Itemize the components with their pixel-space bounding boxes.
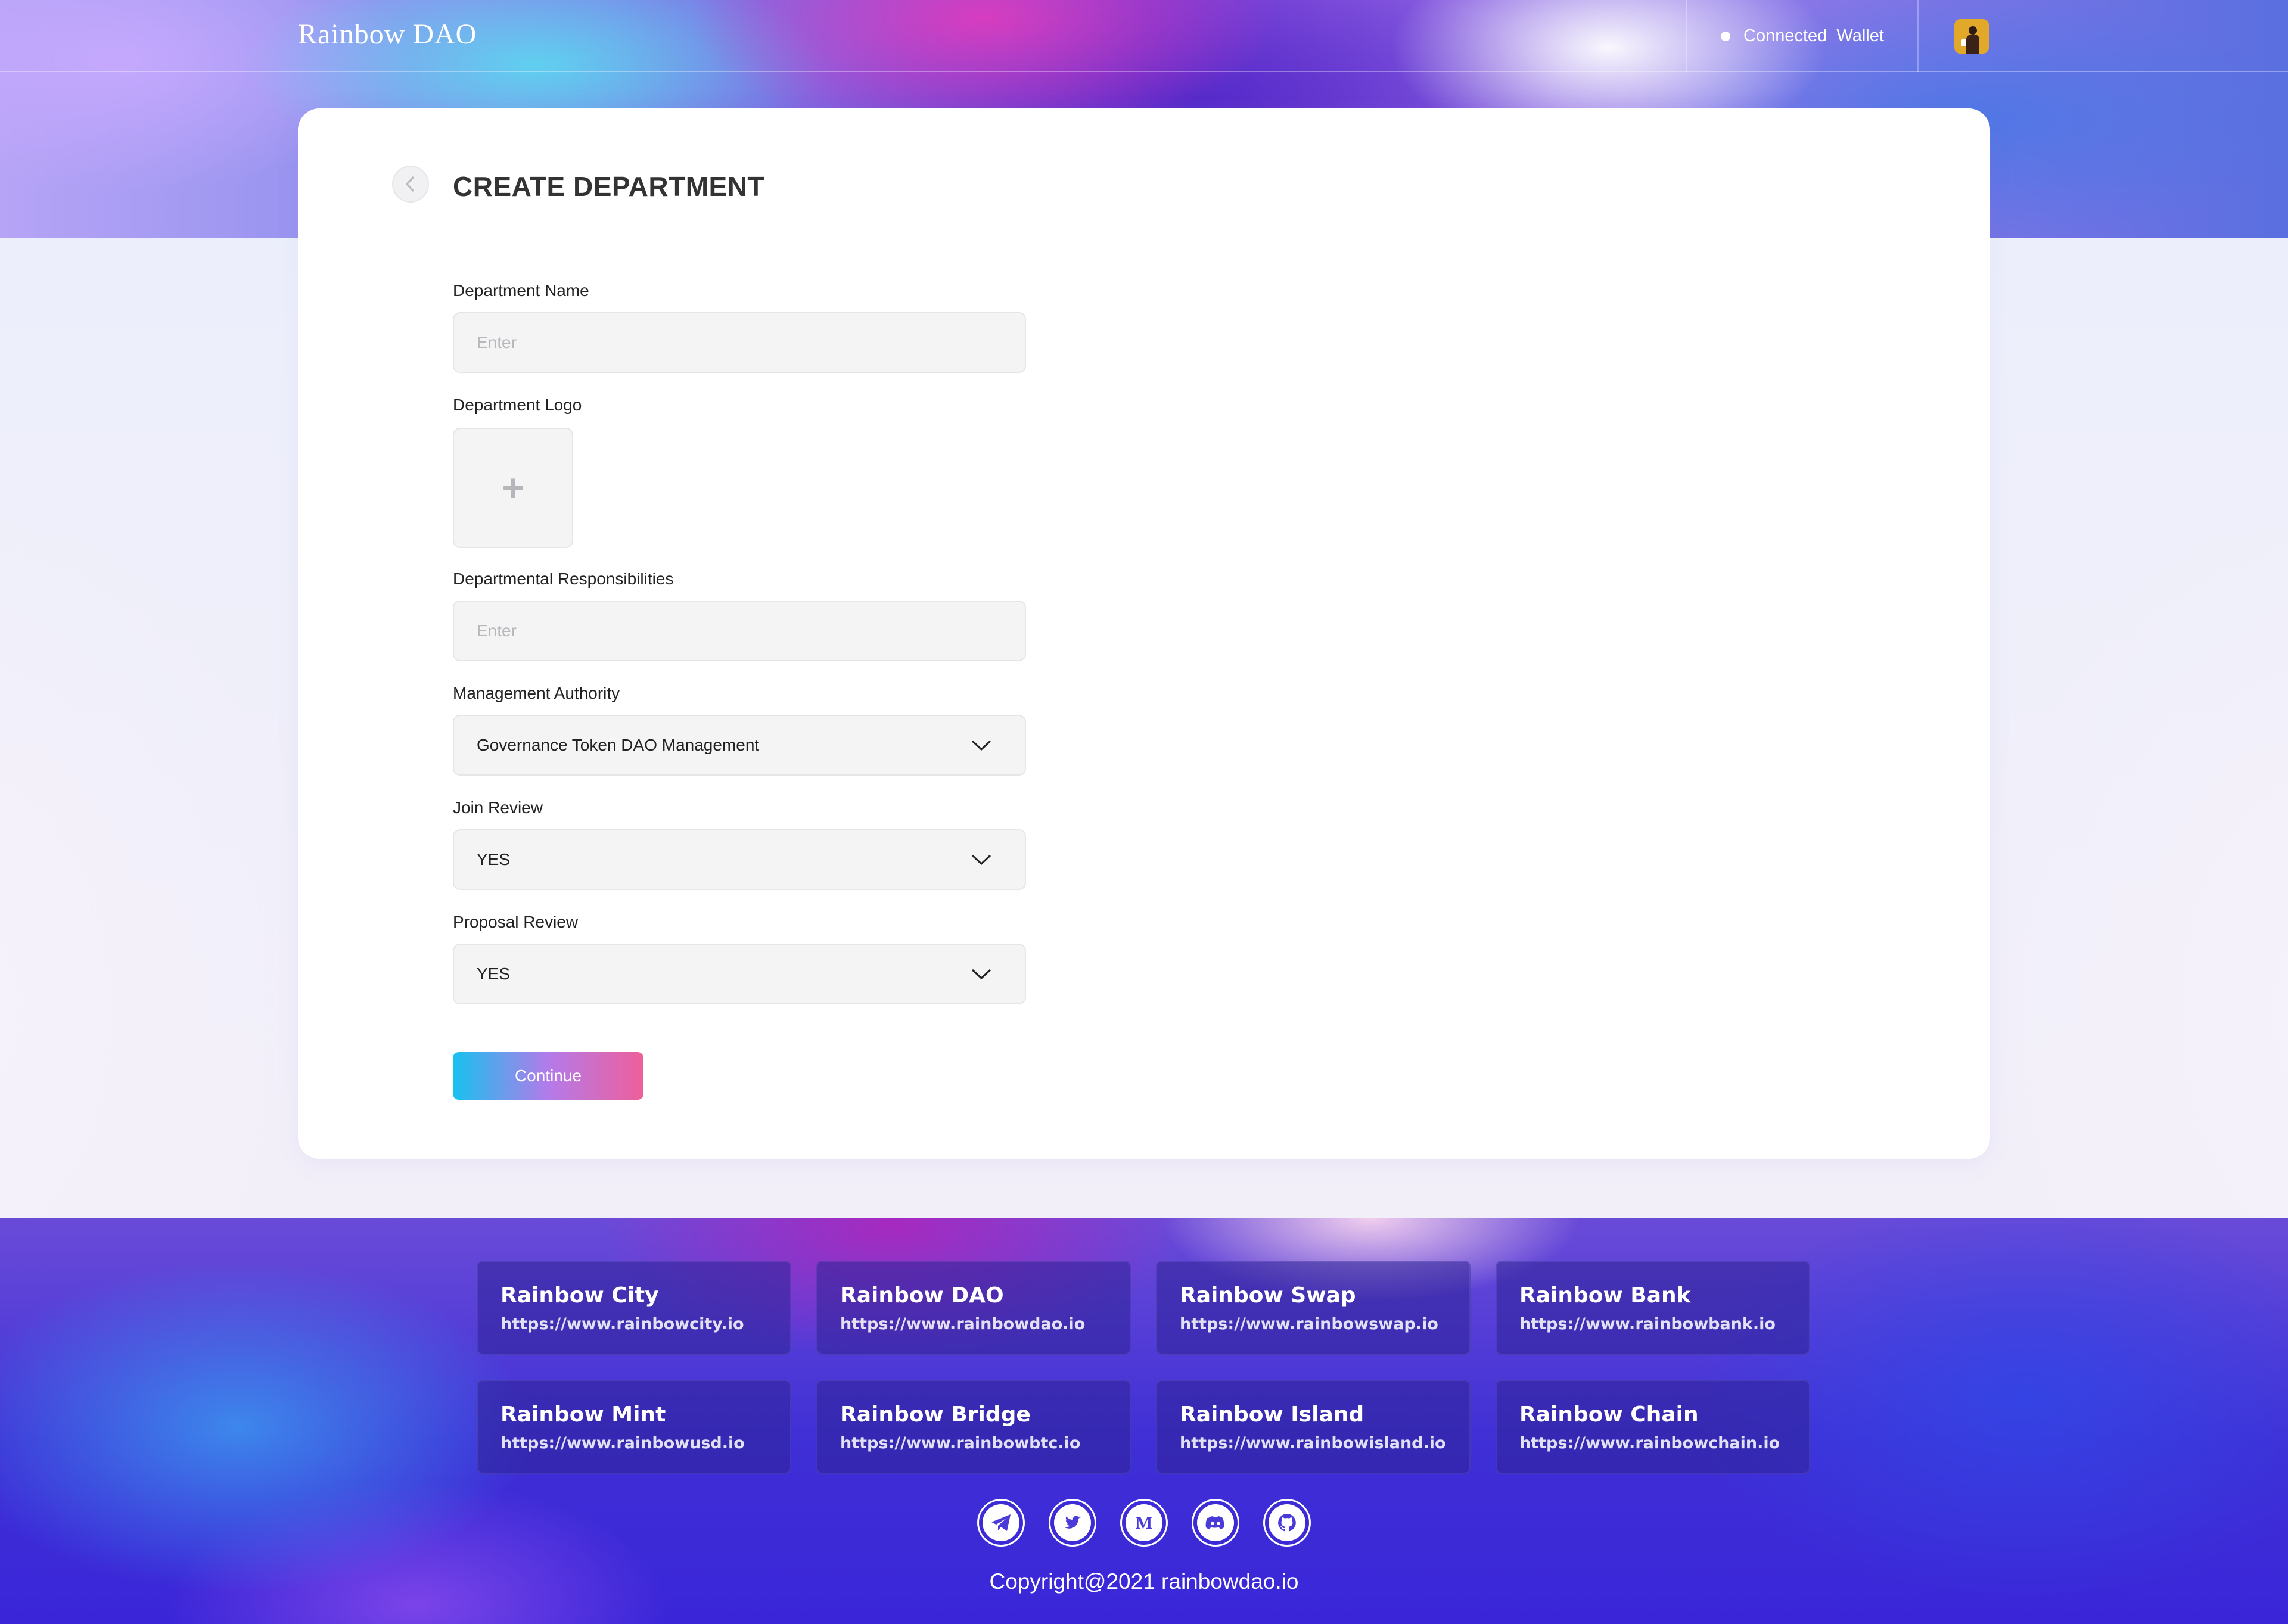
management-authority-label: Management Authority: [453, 684, 620, 702]
site-url: https://www.rainbowdao.io: [840, 1315, 1086, 1333]
status-dot-icon: [1721, 31, 1731, 41]
site-link-rainbow-swap[interactable]: Rainbow Swap https://www.rainbowswap.io: [1156, 1261, 1471, 1355]
site-name: Rainbow City: [500, 1283, 659, 1308]
chevron-down-icon: [971, 969, 991, 980]
telegram-icon: [991, 1514, 1011, 1531]
site-link-rainbow-mint[interactable]: Rainbow Mint https://www.rainbowusd.io: [477, 1380, 791, 1474]
site-name: Rainbow Bank: [1519, 1283, 1691, 1308]
join-review-label: Join Review: [453, 798, 543, 817]
plus-icon: +: [502, 466, 524, 509]
chevron-down-icon: [971, 740, 991, 751]
responsibilities-label: Departmental Responsibilities: [453, 570, 674, 588]
footer: [0, 1218, 2288, 1624]
avatar[interactable]: [1954, 19, 1989, 54]
copyright-text: Copyright@2021 rainbowdao.io: [989, 1569, 1299, 1594]
site-name: Rainbow Swap: [1180, 1283, 1356, 1308]
site-link-rainbow-dao[interactable]: Rainbow DAO https://www.rainbowdao.io: [816, 1261, 1131, 1355]
medium-link[interactable]: M: [1120, 1499, 1168, 1547]
discord-icon: [1205, 1516, 1224, 1529]
department-name-input[interactable]: [453, 312, 1026, 373]
github-icon: [1278, 1514, 1296, 1532]
site-name: Rainbow Chain: [1519, 1402, 1699, 1427]
site-url: https://www.rainbowcity.io: [500, 1315, 744, 1333]
site-url: https://www.rainbowusd.io: [500, 1434, 745, 1452]
svg-text:M: M: [1136, 1513, 1152, 1533]
twitter-icon: [1064, 1516, 1081, 1529]
site-link-rainbow-city[interactable]: Rainbow City https://www.rainbowcity.io: [477, 1261, 791, 1355]
site-link-rainbow-chain[interactable]: Rainbow Chain https://www.rainbowchain.i…: [1496, 1380, 1810, 1474]
create-department-card: CREATE DEPARTMENT Department Name Depart…: [298, 108, 1990, 1159]
join-review-value: YES: [477, 850, 511, 869]
medium-icon: M: [1136, 1513, 1152, 1533]
discord-link[interactable]: [1192, 1499, 1239, 1547]
management-authority-select[interactable]: Governance Token DAO Management: [453, 715, 1026, 776]
site-name: Rainbow DAO: [840, 1283, 1004, 1308]
site-url: https://www.rainbowbtc.io: [840, 1434, 1081, 1452]
wallet-label: Connected Wallet: [1743, 26, 1884, 45]
back-button[interactable]: [392, 166, 429, 203]
site-url: https://www.rainbowisland.io: [1180, 1434, 1446, 1452]
responsibilities-input[interactable]: [453, 601, 1026, 661]
twitter-link[interactable]: [1049, 1499, 1096, 1547]
connect-wallet-button[interactable]: Connected Wallet: [1686, 0, 1919, 72]
site-name: Rainbow Bridge: [840, 1402, 1031, 1427]
proposal-review-select[interactable]: YES: [453, 944, 1026, 1004]
department-name-label: Department Name: [453, 281, 589, 300]
page-title: CREATE DEPARTMENT: [453, 171, 765, 202]
site-url: https://www.rainbowswap.io: [1180, 1315, 1438, 1333]
join-review-select[interactable]: YES: [453, 829, 1026, 890]
site-url: https://www.rainbowbank.io: [1519, 1315, 1776, 1333]
app-logo[interactable]: Rainbow DAO: [298, 18, 477, 51]
chevron-down-icon: [971, 854, 991, 866]
site-link-rainbow-island[interactable]: Rainbow Island https://www.rainbowisland…: [1156, 1380, 1471, 1474]
proposal-review-label: Proposal Review: [453, 913, 579, 931]
site-name: Rainbow Island: [1180, 1402, 1364, 1427]
site-name: Rainbow Mint: [500, 1402, 666, 1427]
proposal-review-value: YES: [477, 965, 511, 983]
logo-upload-button[interactable]: +: [453, 428, 573, 548]
continue-button[interactable]: Continue: [453, 1052, 644, 1100]
management-authority-value: Governance Token DAO Management: [477, 736, 760, 754]
site-link-rainbow-bank[interactable]: Rainbow Bank https://www.rainbowbank.io: [1496, 1261, 1810, 1355]
github-link[interactable]: [1263, 1499, 1311, 1547]
site-link-rainbow-bridge[interactable]: Rainbow Bridge https://www.rainbowbtc.io: [816, 1380, 1131, 1474]
telegram-link[interactable]: [977, 1499, 1025, 1547]
top-navbar: Rainbow DAO Connected Wallet: [0, 0, 2288, 72]
site-url: https://www.rainbowchain.io: [1519, 1434, 1780, 1452]
chevron-left-icon: [405, 176, 415, 192]
department-logo-label: Department Logo: [453, 396, 582, 414]
